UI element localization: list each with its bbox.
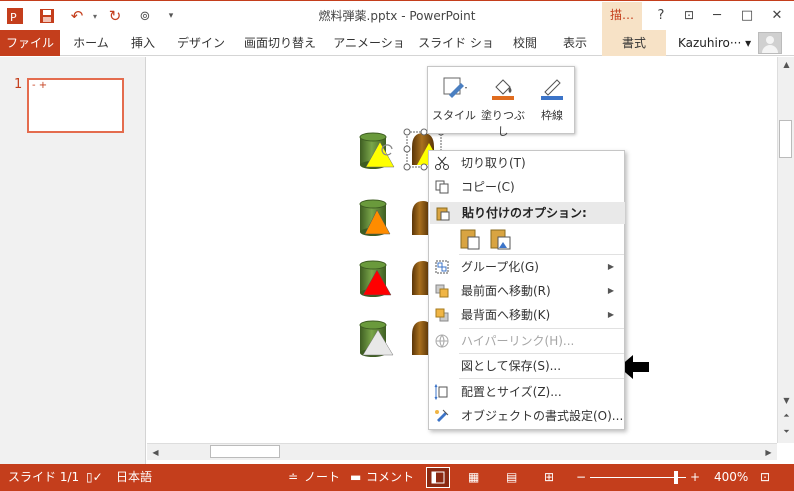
- paste-icon: [436, 207, 450, 221]
- scroll-left-icon[interactable]: ◀: [147, 445, 164, 459]
- restore-button[interactable]: □: [734, 4, 760, 26]
- paste-options-header: 貼り付けのオプション:: [430, 202, 625, 224]
- outline-label: 枠線: [541, 109, 563, 122]
- tab-file[interactable]: ファイル: [0, 30, 60, 56]
- zoom-out-icon[interactable]: −: [576, 464, 586, 491]
- title-bar: P ↶ ▾ ↻ ⊚ ▾ 燃料弾薬.pptx - PowerPoint 描… ? …: [0, 0, 794, 31]
- drawing-tools-label: 描…: [602, 2, 642, 31]
- tab-home[interactable]: ホーム: [66, 30, 116, 56]
- fit-to-window-icon[interactable]: ⊡: [760, 464, 770, 491]
- hyperlink-icon: [435, 334, 449, 348]
- bring-front-icon: [435, 284, 449, 298]
- slide-sorter-icon[interactable]: ▦: [468, 464, 479, 491]
- size-position-icon: [434, 384, 448, 400]
- previous-slide-icon[interactable]: ⏶: [778, 409, 794, 423]
- normal-view-button[interactable]: [426, 467, 450, 488]
- copy-icon: [435, 180, 449, 194]
- minimize-button[interactable]: ─: [704, 4, 730, 26]
- normal-view-icon: [431, 471, 445, 484]
- window-title: 燃料弾薬.pptx - PowerPoint: [318, 9, 476, 23]
- fuel-cylinder-white[interactable]: [359, 320, 394, 357]
- ammo-dome-red[interactable]: [412, 261, 429, 295]
- fill-label: 塗りつぶし: [480, 109, 526, 138]
- reading-view-icon[interactable]: ▤: [506, 464, 517, 491]
- style-label: スタイル: [432, 109, 476, 122]
- menu-item-bring-to-front[interactable]: 最前面へ移動(R) ▶: [429, 279, 624, 303]
- outline-button[interactable]: 枠線: [528, 73, 576, 129]
- submenu-arrow-icon: ▶: [607, 310, 614, 319]
- slide-thumbnail[interactable]: - +: [27, 78, 124, 133]
- fuel-cylinder-orange[interactable]: [359, 199, 391, 236]
- scroll-down-icon[interactable]: ▼: [778, 393, 794, 407]
- comment-icon[interactable]: ▬: [350, 464, 361, 491]
- menu-item-hyperlink: ハイパーリンク(H)...: [429, 329, 624, 353]
- zoom-slider-thumb[interactable]: [674, 471, 678, 484]
- language-indicator[interactable]: 日本語: [116, 464, 152, 491]
- paste-destination-icon: [460, 229, 480, 250]
- paste-use-destination-button[interactable]: [459, 227, 483, 251]
- fill-button[interactable]: 塗りつぶし: [479, 73, 527, 138]
- menu-separator: [459, 378, 624, 379]
- scissors-icon: [435, 156, 449, 170]
- menu-item-cut[interactable]: 切り取り(T): [429, 151, 624, 175]
- vertical-scroll-thumb[interactable]: [779, 120, 792, 158]
- group-icon: [435, 260, 449, 274]
- menu-item-format-object[interactable]: オブジェクトの書式設定(O)...: [429, 404, 624, 428]
- tab-transitions[interactable]: 画面切り替え: [238, 30, 322, 56]
- next-slide-icon[interactable]: ⏷: [778, 425, 794, 439]
- avatar[interactable]: [758, 32, 782, 54]
- notes-button[interactable]: ノート: [304, 464, 340, 491]
- comments-button[interactable]: コメント: [366, 464, 414, 491]
- fuel-cylinder-red[interactable]: [359, 260, 392, 297]
- tab-insert[interactable]: 挿入: [120, 30, 166, 56]
- format-shape-icon: [435, 409, 449, 422]
- zoom-level[interactable]: 400%: [714, 464, 748, 491]
- tab-design[interactable]: デザイン: [172, 30, 230, 56]
- paste-picture-icon: [490, 229, 511, 250]
- tab-format[interactable]: 書式: [602, 30, 666, 56]
- tab-view[interactable]: 表示: [552, 30, 598, 56]
- notes-icon[interactable]: ≐: [288, 464, 298, 491]
- tab-animations[interactable]: アニメーション: [328, 30, 410, 76]
- help-button[interactable]: ?: [648, 4, 674, 26]
- zoom-slider[interactable]: [590, 477, 686, 478]
- slide-counter: スライド 1/1: [8, 470, 80, 484]
- scroll-right-icon[interactable]: ▶: [760, 445, 777, 459]
- paste-as-picture-button[interactable]: [489, 227, 513, 251]
- tab-slideshow[interactable]: スライド ショー: [416, 30, 496, 76]
- send-back-icon: [435, 308, 449, 322]
- menu-item-group[interactable]: グループ化(G) ▶: [429, 255, 624, 279]
- ribbon-display-options-icon[interactable]: ⊡: [676, 4, 702, 26]
- horizontal-scroll-thumb[interactable]: [210, 445, 280, 458]
- shape-style-icon: [443, 77, 467, 98]
- thumbnail-content-icon: - +: [32, 80, 48, 91]
- ammo-dome-white[interactable]: [412, 321, 429, 355]
- menu-item-copy[interactable]: コピー(C): [429, 175, 624, 199]
- menu-item-save-as-picture[interactable]: 図として保存(S)...: [429, 354, 624, 378]
- ammo-dome-orange[interactable]: [412, 201, 429, 235]
- zoom-in-icon[interactable]: +: [690, 464, 700, 491]
- vertical-scrollbar[interactable]: ▲ ▼ ⏶ ⏷: [777, 57, 794, 443]
- slideshow-view-icon[interactable]: ⊞: [544, 464, 554, 491]
- slide-number: 1: [14, 77, 23, 92]
- submenu-arrow-icon: ▶: [607, 286, 614, 295]
- ribbon-tabs: ファイル ホーム 挿入 デザイン 画面切り替え アニメーション スライド ショー…: [0, 30, 794, 76]
- scroll-up-icon[interactable]: ▲: [778, 57, 794, 71]
- style-button[interactable]: スタイル: [430, 73, 478, 129]
- mini-toolbar: スタイル 塗りつぶし 枠線: [427, 66, 576, 138]
- user-account[interactable]: Kazuhiro··· ▾: [678, 30, 751, 56]
- menu-item-send-to-back[interactable]: 最背面へ移動(K) ▶: [429, 303, 624, 327]
- menu-item-size-position[interactable]: 配置とサイズ(Z)...: [429, 380, 624, 404]
- fill-bucket-icon: [492, 79, 514, 100]
- submenu-arrow-icon: ▶: [607, 262, 614, 271]
- status-bar: スライド 1/1 ▯✓ 日本語 ≐ ノート ▬ コメント ▦ ▤ ⊞ − + 4…: [0, 464, 794, 491]
- spellcheck-icon[interactable]: ▯✓: [86, 464, 103, 491]
- context-menu: 切り取り(T) コピー(C) 貼り付けのオプション: グループ化(G) ▶ 最前…: [428, 150, 625, 430]
- close-button[interactable]: ✕: [764, 4, 790, 26]
- fuel-cylinder-yellow[interactable]: [359, 132, 395, 169]
- outline-pen-icon: [541, 79, 563, 100]
- tab-review[interactable]: 校閲: [504, 30, 546, 56]
